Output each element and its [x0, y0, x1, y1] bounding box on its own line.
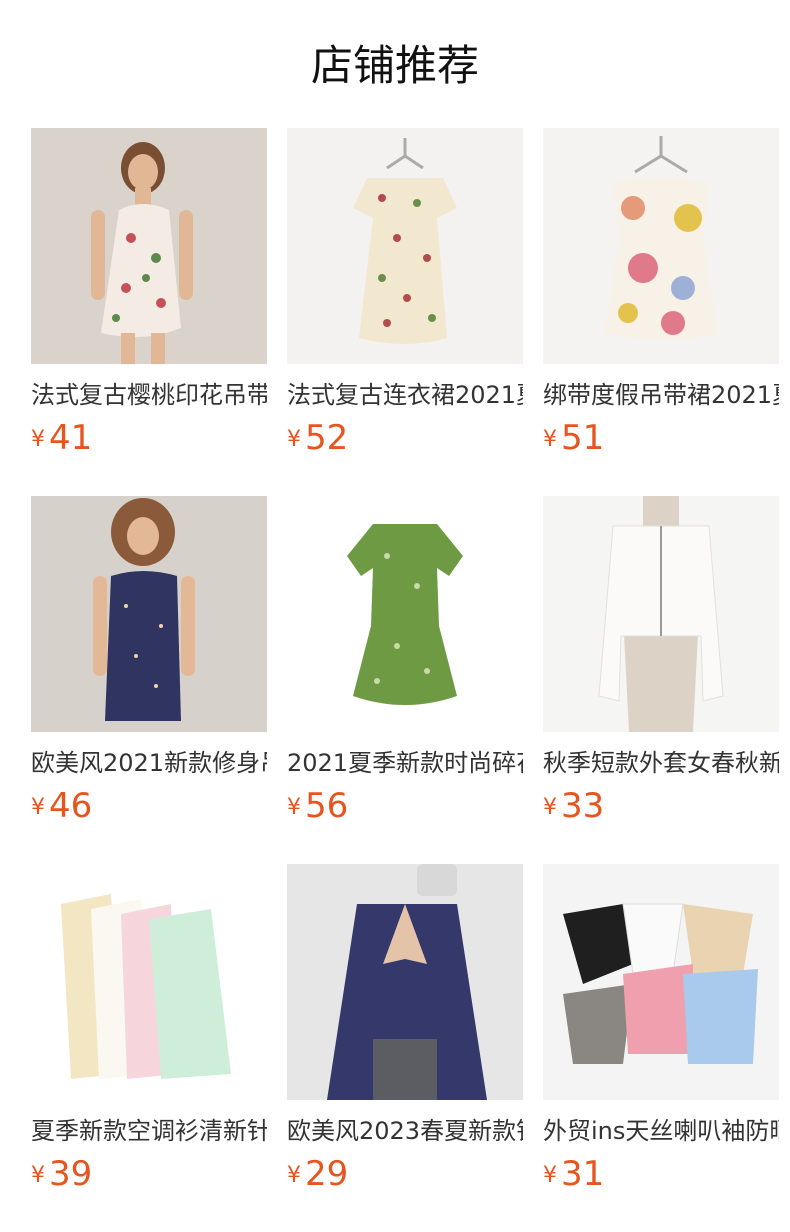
product-name[interactable]: 2021夏季新款时尚碎花连衣裙 [287, 746, 523, 780]
product-price: ¥39 [31, 1154, 92, 1194]
product-image[interactable] [543, 128, 779, 364]
price-value: 33 [561, 786, 605, 826]
product-name[interactable]: 欧美风2023春夏新款针织开衫 [287, 1114, 523, 1148]
product-image[interactable] [287, 128, 523, 364]
price-value: 39 [49, 1154, 93, 1194]
product-name[interactable]: 绑带度假吊带裙2021夏季 [543, 378, 779, 412]
currency-symbol: ¥ [543, 1163, 557, 1188]
product-name[interactable]: 法式复古樱桃印花吊带连衣裙 [31, 378, 267, 412]
product-image[interactable] [31, 864, 267, 1100]
product-name[interactable]: 夏季新款空调衫清新针织开衫 [31, 1114, 267, 1148]
product-name[interactable]: 法式复古连衣裙2021夏季 [287, 378, 523, 412]
price-value: 31 [561, 1154, 605, 1194]
product-price: ¥52 [287, 418, 348, 458]
product-image[interactable] [543, 864, 779, 1100]
currency-symbol: ¥ [543, 795, 557, 820]
product-price: ¥51 [543, 418, 604, 458]
product-image[interactable] [287, 496, 523, 732]
product-price: ¥46 [31, 786, 92, 826]
product-name[interactable]: 外贸ins天丝喇叭袖防晒上衣 [543, 1114, 779, 1148]
product-price: ¥41 [31, 418, 92, 458]
currency-symbol: ¥ [287, 795, 301, 820]
price-value: 46 [49, 786, 93, 826]
price-value: 52 [305, 418, 349, 458]
product-card[interactable]: 夏季新款空调衫清新针织开衫 ¥39 [31, 864, 267, 1204]
product-price: ¥56 [287, 786, 348, 826]
page-title: 店铺推荐 [310, 41, 479, 90]
product-card[interactable]: 欧美风2023春夏新款针织开衫 ¥29 [287, 864, 523, 1204]
product-card[interactable]: 秋季短款外套女春秋新款 ¥33 [543, 496, 779, 836]
price-value: 29 [305, 1154, 349, 1194]
product-card[interactable]: 欧美风2021新款修身吊带裙 ¥46 [31, 496, 267, 836]
product-card[interactable]: 法式复古连衣裙2021夏季 ¥52 [287, 128, 523, 468]
price-value: 51 [561, 418, 605, 458]
currency-symbol: ¥ [287, 1163, 301, 1188]
product-image[interactable] [31, 128, 267, 364]
product-price: ¥29 [287, 1154, 348, 1194]
currency-symbol: ¥ [31, 427, 45, 452]
price-value: 41 [49, 418, 93, 458]
currency-symbol: ¥ [31, 795, 45, 820]
product-image[interactable] [31, 496, 267, 732]
currency-symbol: ¥ [287, 427, 301, 452]
product-image[interactable] [287, 864, 523, 1100]
product-price: ¥33 [543, 786, 604, 826]
product-price: ¥31 [543, 1154, 604, 1194]
product-card[interactable]: 法式复古樱桃印花吊带连衣裙 ¥41 [31, 128, 267, 468]
product-card[interactable]: 2021夏季新款时尚碎花连衣裙 ¥56 [287, 496, 523, 836]
price-value: 56 [305, 786, 349, 826]
product-card[interactable]: 外贸ins天丝喇叭袖防晒上衣 ¥31 [543, 864, 779, 1204]
product-image[interactable] [543, 496, 779, 732]
product-name[interactable]: 秋季短款外套女春秋新款 [543, 746, 779, 780]
currency-symbol: ¥ [543, 427, 557, 452]
currency-symbol: ¥ [31, 1163, 45, 1188]
product-card[interactable]: 绑带度假吊带裙2021夏季 ¥51 [543, 128, 779, 468]
product-name[interactable]: 欧美风2021新款修身吊带裙 [31, 746, 267, 780]
